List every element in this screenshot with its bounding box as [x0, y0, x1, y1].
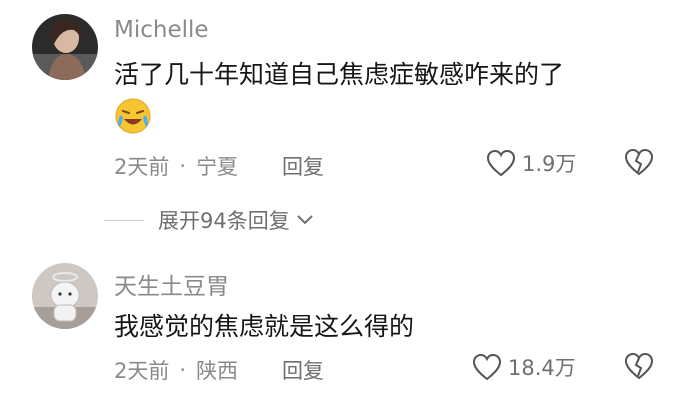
location: 宁夏	[196, 155, 239, 179]
avatar[interactable]	[32, 14, 98, 80]
comment-item: 天生土豆胃 我感觉的焦虑就是这么得的 2天前 · 陕西 回复 18.4万	[0, 255, 690, 400]
timestamp: 2天前	[114, 155, 170, 179]
like-count: 1.9万	[522, 152, 577, 176]
expand-replies-button[interactable]: 展开94条回复	[104, 205, 314, 235]
avatar[interactable]	[32, 263, 98, 329]
reply-button[interactable]: 回复	[282, 151, 324, 181]
broken-heart-icon	[624, 352, 654, 380]
comment-text: 我感觉的焦虑就是这么得的	[114, 312, 415, 341]
chevron-down-icon	[297, 215, 313, 225]
username[interactable]: 天生土豆胃	[114, 267, 229, 301]
username[interactable]: Michelle	[114, 17, 209, 43]
comment-meta: 2天前 · 宁夏	[114, 151, 238, 181]
avatar-photo	[32, 263, 98, 329]
avatar-photo	[32, 14, 98, 80]
heart-icon	[472, 353, 502, 381]
heart-icon	[486, 149, 516, 177]
divider-line	[104, 219, 144, 221]
comment-meta: 2天前 · 陕西	[114, 355, 238, 385]
crying-laughing-emoji-icon	[114, 97, 152, 135]
expand-replies-label: 展开94条回复	[158, 209, 290, 233]
like-button[interactable]: 1.9万	[486, 148, 576, 178]
separator-dot: ·	[179, 154, 187, 178]
like-button[interactable]: 18.4万	[472, 352, 576, 382]
dislike-button[interactable]	[624, 148, 654, 180]
dislike-button[interactable]	[624, 352, 654, 384]
broken-heart-icon	[624, 148, 654, 176]
like-count: 18.4万	[508, 356, 576, 380]
comment-item: Michelle 活了几十年知道自己焦虑症敏感咋来的了 2天前 · 宁夏 回复 …	[0, 0, 690, 200]
comment-text: 活了几十年知道自己焦虑症敏感咋来的了	[114, 60, 565, 89]
reply-button[interactable]: 回复	[282, 355, 324, 385]
timestamp: 2天前	[114, 359, 170, 383]
location: 陕西	[196, 359, 239, 383]
separator-dot: ·	[179, 358, 187, 382]
